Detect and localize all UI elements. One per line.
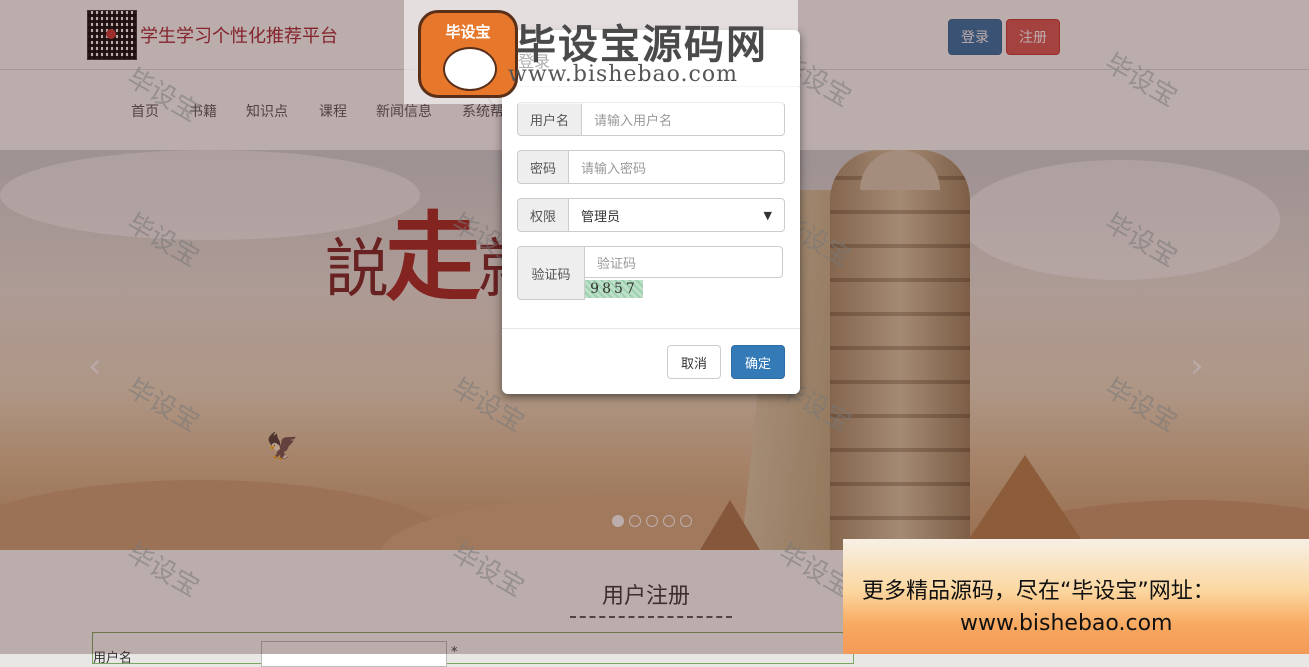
username-group: 用户名 请输入用户名 [517, 102, 785, 136]
captcha-image[interactable]: 9857 [585, 280, 643, 298]
password-group: 密码 请输入密码 [517, 150, 785, 184]
password-input[interactable]: 请输入密码 [568, 150, 785, 184]
promo-banner: 更多精品源码，尽在“毕设宝”网址： www.bishebao.com [843, 539, 1309, 654]
watermark-badge-icon: 毕设宝 [418, 10, 518, 98]
captcha-group: 验证码 验证码 9857 [517, 246, 785, 300]
role-label: 权限 [517, 198, 569, 232]
captcha-label: 验证码 [517, 246, 585, 300]
captcha-input[interactable]: 验证码 [584, 246, 783, 278]
role-group: 权限 管理员 ▼ [517, 198, 785, 232]
chevron-down-icon: ▼ [763, 208, 772, 222]
password-label: 密码 [517, 150, 569, 184]
role-select[interactable]: 管理员 ▼ [568, 198, 785, 232]
promo-line-2: www.bishebao.com [960, 611, 1173, 636]
modal-footer-divider [502, 328, 800, 329]
username-input[interactable]: 请输入用户名 [581, 102, 785, 136]
cancel-button[interactable]: 取消 [667, 345, 721, 379]
role-selected-value: 管理员 [581, 209, 621, 225]
confirm-button[interactable]: 确定 [731, 345, 785, 379]
watermark-logo-url: www.bishebao.com [508, 62, 738, 87]
watermark-logo: 毕设宝 毕设宝源码网 www.bishebao.com [404, 0, 798, 104]
username-label: 用户名 [517, 102, 582, 136]
promo-line-1: 更多精品源码，尽在“毕设宝”网址： [862, 579, 1215, 604]
